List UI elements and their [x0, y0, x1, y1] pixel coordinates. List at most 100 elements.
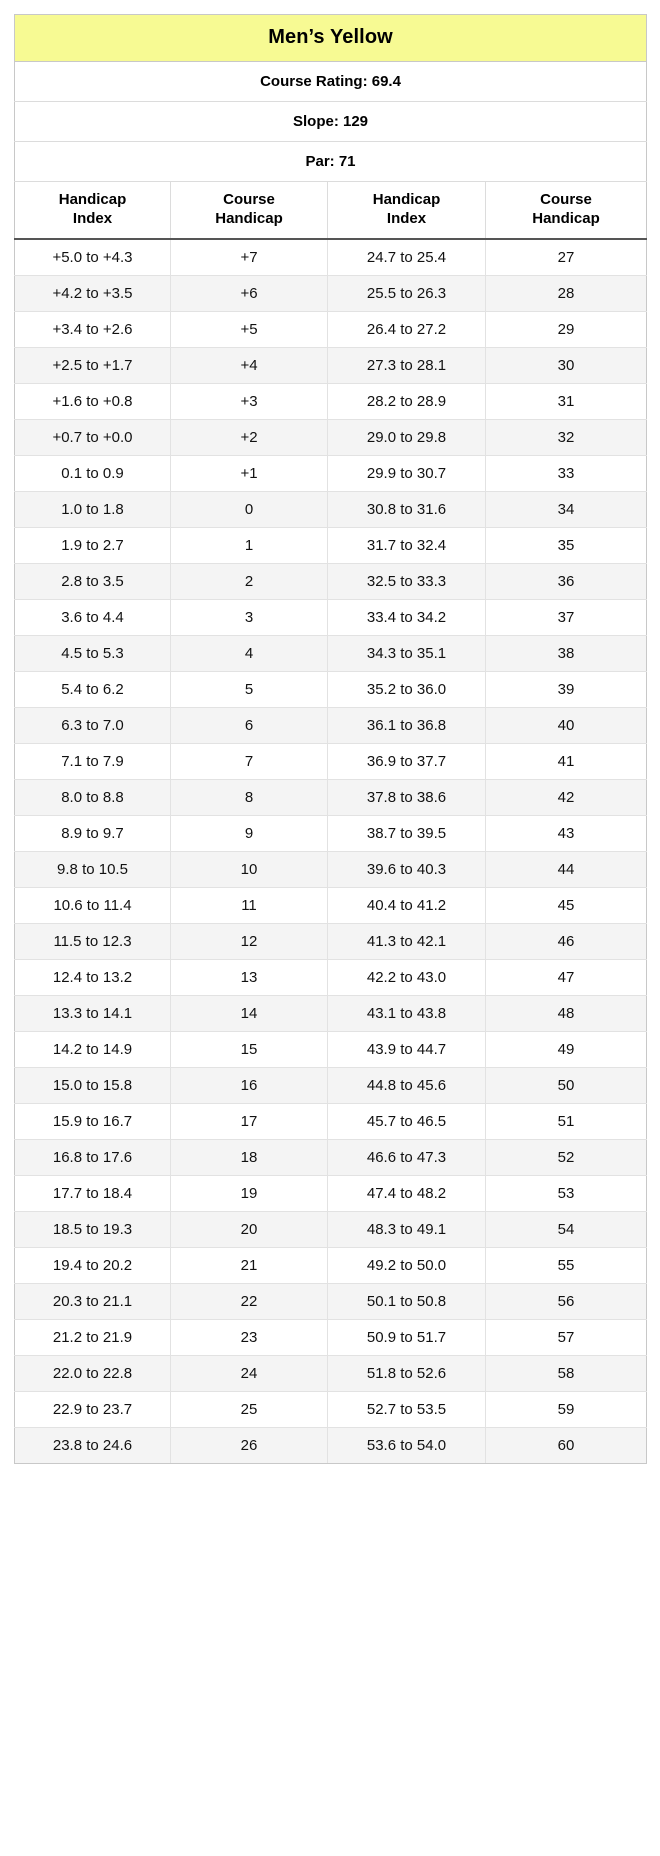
handicap-index-right: 53.6 to 54.0 [327, 1427, 486, 1464]
course-handicap-left: 0 [170, 491, 328, 528]
course-rating-value: Course Rating: 69.4 [14, 61, 647, 102]
course-handicap-right: 40 [484, 707, 647, 744]
table-row: 5.4 to 6.2 5 35.2 to 36.0 39 [14, 671, 647, 708]
slope-row: Slope: 129 [14, 101, 647, 142]
course-handicap-right: 55 [484, 1247, 647, 1284]
course-handicap-right: 39 [484, 671, 647, 708]
table-row: 19.4 to 20.2 21 49.2 to 50.0 55 [14, 1247, 647, 1284]
handicap-index-left: +1.6 to +0.8 [14, 383, 171, 420]
handicap-index-right: 46.6 to 47.3 [327, 1139, 486, 1176]
handicap-index-left: 19.4 to 20.2 [14, 1247, 171, 1284]
course-handicap-left: 15 [170, 1031, 328, 1068]
handicap-index-right: 24.7 to 25.4 [327, 238, 486, 276]
table-row: 23.8 to 24.6 26 53.6 to 54.0 60 [14, 1427, 647, 1464]
course-handicap-left: 9 [170, 815, 328, 852]
table-header: Men’s Yellow Course Rating: 69.4 Slope: … [14, 14, 647, 240]
handicap-index-left: 4.5 to 5.3 [14, 635, 171, 672]
table-row: 17.7 to 18.4 19 47.4 to 48.2 53 [14, 1175, 647, 1212]
course-handicap-left: +2 [170, 419, 328, 456]
course-handicap-left: +4 [170, 347, 328, 384]
table-row: 13.3 to 14.1 14 43.1 to 43.8 48 [14, 995, 647, 1032]
course-handicap-right: 50 [484, 1067, 647, 1104]
table-row: +5.0 to +4.3 +7 24.7 to 25.4 27 [14, 238, 647, 276]
handicap-index-right: 42.2 to 43.0 [327, 959, 486, 996]
table-row: 3.6 to 4.4 3 33.4 to 34.2 37 [14, 599, 647, 636]
handicap-index-right: 41.3 to 42.1 [327, 923, 486, 960]
table-row: 8.9 to 9.7 9 38.7 to 39.5 43 [14, 815, 647, 852]
course-handicap-right: 49 [484, 1031, 647, 1068]
handicap-index-right: 40.4 to 41.2 [327, 887, 486, 924]
course-handicap-left: 22 [170, 1283, 328, 1320]
table-row: +2.5 to +1.7 +4 27.3 to 28.1 30 [14, 347, 647, 384]
course-handicap-left: 7 [170, 743, 328, 780]
table-row: 10.6 to 11.4 11 40.4 to 41.2 45 [14, 887, 647, 924]
course-handicap-right: 32 [484, 419, 647, 456]
handicap-index-right: 43.1 to 43.8 [327, 995, 486, 1032]
handicap-index-left: 22.0 to 22.8 [14, 1355, 171, 1392]
course-handicap-right: 28 [484, 275, 647, 312]
course-handicap-left: 17 [170, 1103, 328, 1140]
course-handicap-left: +1 [170, 455, 328, 492]
handicap-index-right: 35.2 to 36.0 [327, 671, 486, 708]
course-handicap-right: 44 [484, 851, 647, 888]
course-handicap-right: 27 [484, 238, 647, 276]
tee-set-title: Men’s Yellow [14, 14, 647, 62]
course-handicap-left: 20 [170, 1211, 328, 1248]
course-handicap-right: 41 [484, 743, 647, 780]
handicap-index-right: 27.3 to 28.1 [327, 347, 486, 384]
course-handicap-left: 8 [170, 779, 328, 816]
table-row: 22.0 to 22.8 24 51.8 to 52.6 58 [14, 1355, 647, 1392]
handicap-index-left: 0.1 to 0.9 [14, 455, 171, 492]
column-header-line-1: Handicap [372, 191, 441, 208]
course-handicap-right: 43 [484, 815, 647, 852]
handicap-index-left: +0.7 to +0.0 [14, 419, 171, 456]
course-handicap-left: 6 [170, 707, 328, 744]
handicap-index-right: 51.8 to 52.6 [327, 1355, 486, 1392]
handicap-index-right: 32.5 to 33.3 [327, 563, 486, 600]
handicap-index-right: 36.9 to 37.7 [327, 743, 486, 780]
handicap-index-right: 47.4 to 48.2 [327, 1175, 486, 1212]
handicap-index-right: 37.8 to 38.6 [327, 779, 486, 816]
handicap-index-left: 18.5 to 19.3 [14, 1211, 171, 1248]
slope-value: Slope: 129 [14, 101, 647, 142]
course-handicap-right: 42 [484, 779, 647, 816]
course-handicap-right: 60 [484, 1427, 647, 1464]
table-row: 14.2 to 14.9 15 43.9 to 44.7 49 [14, 1031, 647, 1068]
course-handicap-left: 24 [170, 1355, 328, 1392]
course-handicap-right: 33 [484, 455, 647, 492]
course-handicap-right: 29 [484, 311, 647, 348]
handicap-index-left: 2.8 to 3.5 [14, 563, 171, 600]
table-row: 22.9 to 23.7 25 52.7 to 53.5 59 [14, 1391, 647, 1428]
handicap-index-right: 34.3 to 35.1 [327, 635, 486, 672]
column-header-row: Handicap Index Course Handicap Handicap Index… [14, 181, 647, 240]
table-row: 6.3 to 7.0 6 36.1 to 36.8 40 [14, 707, 647, 744]
table-row: 1.0 to 1.8 0 30.8 to 31.6 34 [14, 491, 647, 528]
course-handicap-left: 23 [170, 1319, 328, 1356]
handicap-index-left: 14.2 to 14.9 [14, 1031, 171, 1068]
course-handicap-right: 34 [484, 491, 647, 528]
course-handicap-right: 58 [484, 1355, 647, 1392]
handicap-index-left: 1.9 to 2.7 [14, 527, 171, 564]
banner-row: Men’s Yellow [14, 14, 647, 62]
handicap-index-left: 15.0 to 15.8 [14, 1067, 171, 1104]
column-header-line-2: Index [72, 209, 113, 227]
course-handicap-right: 38 [484, 635, 647, 672]
handicap-index-left: 7.1 to 7.9 [14, 743, 171, 780]
handicap-index-right: 33.4 to 34.2 [327, 599, 486, 636]
handicap-index-left: 5.4 to 6.2 [14, 671, 171, 708]
handicap-index-left: +5.0 to +4.3 [14, 238, 171, 276]
course-handicap-left: 19 [170, 1175, 328, 1212]
course-handicap-left: 16 [170, 1067, 328, 1104]
handicap-index-left: +3.4 to +2.6 [14, 311, 171, 348]
table-row: 15.9 to 16.7 17 45.7 to 46.5 51 [14, 1103, 647, 1140]
table-row: 9.8 to 10.5 10 39.6 to 40.3 44 [14, 851, 647, 888]
handicap-index-left: 8.0 to 8.8 [14, 779, 171, 816]
course-handicap-right: 51 [484, 1103, 647, 1140]
course-handicap-right: 45 [484, 887, 647, 924]
table-row: +0.7 to +0.0 +2 29.0 to 29.8 32 [14, 419, 647, 456]
column-header-line-2: Handicap [215, 209, 283, 227]
course-handicap-left: 10 [170, 851, 328, 888]
table-row: 2.8 to 3.5 2 32.5 to 33.3 36 [14, 563, 647, 600]
table-row: +3.4 to +2.6 +5 26.4 to 27.2 29 [14, 311, 647, 348]
table-row: 7.1 to 7.9 7 36.9 to 37.7 41 [14, 743, 647, 780]
